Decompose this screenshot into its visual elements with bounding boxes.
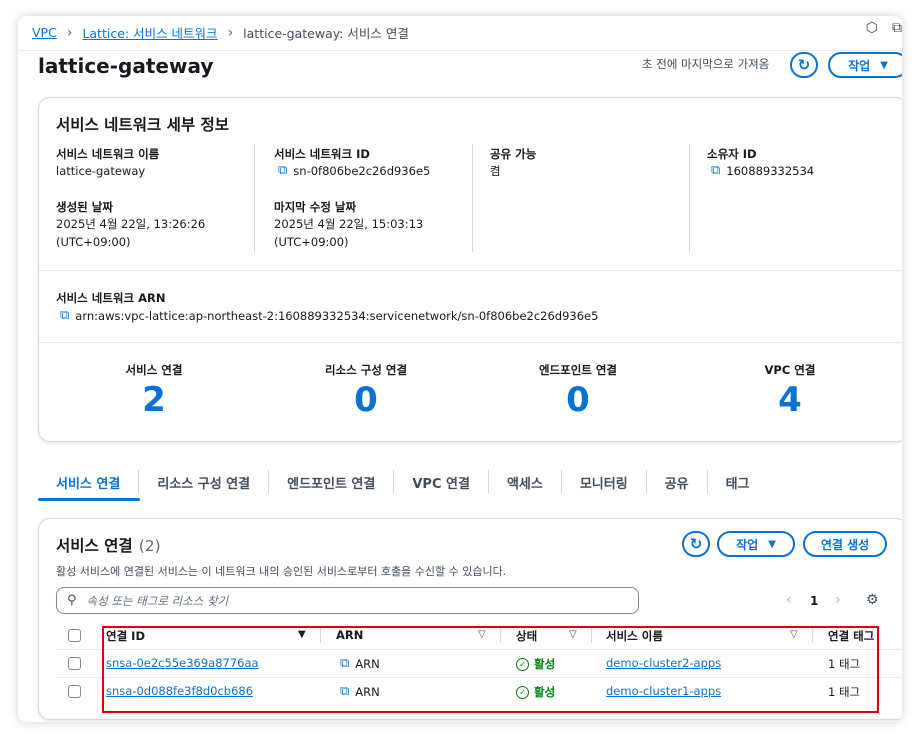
refresh-icon: ↻	[797, 56, 811, 74]
modified-label: 마지막 수정 날짜	[274, 200, 357, 214]
tab-bar: 서비스 연결 리소스 구성 연결 엔드포인트 연결 VPC 연결 액세스 모니터…	[38, 466, 768, 498]
name-value: lattice-gateway	[56, 164, 146, 178]
search-input[interactable]: ⚲ 속성 또는 태그로 리소스 찾기	[56, 587, 639, 614]
stat-label-endpoint: 엔드포인트 연결	[538, 363, 618, 377]
chevron-right-icon: ›	[227, 24, 234, 41]
created-tz: (UTC+09:00)	[56, 235, 131, 249]
refresh-icon: ↻	[689, 535, 703, 553]
modified-value: 2025년 4월 22일, 15:03:13	[274, 217, 424, 231]
row-checkbox[interactable]	[68, 685, 81, 698]
section-divider	[39, 342, 902, 343]
stat-value-service[interactable]: 2	[74, 380, 234, 420]
owner-label: 소유자 ID	[707, 147, 757, 161]
table-heading: 서비스 연결 (2)	[56, 534, 161, 556]
arn-label: 서비스 네트워크 ARN	[56, 291, 166, 305]
name-label: 서비스 네트워크 이름	[56, 147, 160, 161]
table-title: 서비스 연결	[56, 537, 133, 555]
breadcrumb-vpc[interactable]: VPC	[32, 25, 57, 40]
created-label: 생성된 날짜	[56, 200, 113, 214]
settings-gear-icon[interactable]: ⚙	[866, 592, 879, 608]
modified-tz: (UTC+09:00)	[274, 235, 349, 249]
hexagon-icon[interactable]: ⬡	[866, 20, 878, 36]
table-refresh-button[interactable]: ↻	[682, 531, 710, 557]
page-title: lattice-gateway	[38, 54, 214, 78]
created-value: 2025년 4월 22일, 13:26:26	[56, 217, 206, 231]
owner-value: 160889332534	[726, 164, 815, 178]
shareable-label: 공유 가능	[490, 147, 537, 161]
shareable-value: 켬	[490, 164, 501, 178]
column-divider	[472, 144, 473, 252]
prev-page-icon[interactable]: ‹	[786, 592, 792, 608]
table-description: 활성 서비스에 연결된 서비스는 이 네트워크 내의 승인된 서비스로부터 호출…	[56, 565, 507, 578]
stat-value-vpc[interactable]: 4	[710, 380, 870, 420]
table-actions-button[interactable]: 작업 ▼	[717, 531, 795, 557]
search-placeholder: 속성 또는 태그로 리소스 찾기	[86, 593, 229, 608]
stat-label-service: 서비스 연결	[125, 363, 183, 377]
stat-label-resource: 리소스 구성 연결	[324, 363, 408, 377]
stat-value-endpoint[interactable]: 0	[498, 380, 658, 420]
id-field: ⧉ sn-0f806be2c26d936e5	[278, 162, 430, 180]
column-divider	[254, 144, 255, 252]
arn-field: ⧉ arn:aws:vpc-lattice:ap-northeast-2:160…	[60, 307, 598, 325]
top-right-icons: ⬡ ⧉	[866, 20, 902, 36]
row-checkbox[interactable]	[68, 657, 81, 670]
id-value: sn-0f806be2c26d936e5	[293, 164, 431, 178]
breadcrumb-current: lattice-gateway: 서비스 연결	[243, 26, 409, 41]
create-association-button[interactable]: 연결 생성	[803, 531, 887, 557]
header-divider	[18, 50, 902, 51]
table-count: (2)	[138, 537, 161, 555]
stat-label-vpc: VPC 연결	[764, 363, 816, 377]
next-page-icon[interactable]: ›	[835, 592, 841, 608]
copy-icon[interactable]: ⧉	[60, 307, 69, 325]
tab-access[interactable]: 액세스	[489, 470, 562, 494]
caret-down-icon: ▼	[768, 538, 776, 550]
tab-resource-config-associations[interactable]: 리소스 구성 연결	[139, 470, 270, 494]
tab-endpoint-associations[interactable]: 엔드포인트 연결	[269, 470, 395, 494]
refresh-button[interactable]: ↻	[790, 52, 818, 78]
breadcrumb-lattice[interactable]: Lattice: 서비스 네트워크	[82, 23, 217, 42]
details-heading: 서비스 네트워크 세부 정보	[56, 116, 230, 134]
tab-sharing[interactable]: 공유	[647, 470, 708, 494]
tab-monitoring[interactable]: 모니터링	[562, 470, 647, 494]
table-actions-label: 작업	[736, 537, 759, 552]
breadcrumb: VPC › Lattice: 서비스 네트워크 › lattice-gatewa…	[32, 23, 409, 42]
highlight-box	[102, 626, 879, 713]
external-panel-icon[interactable]: ⧉	[892, 20, 902, 36]
console-window: VPC › Lattice: 서비스 네트워크 › lattice-gatewa…	[18, 16, 902, 722]
last-fetched-text: 초 전에 마지막으로 가져옴	[642, 57, 770, 71]
column-divider	[689, 144, 690, 252]
tab-vpc-associations[interactable]: VPC 연결	[394, 470, 489, 494]
section-divider	[39, 270, 902, 271]
actions-label: 작업	[848, 58, 871, 73]
stat-value-resource[interactable]: 0	[286, 380, 446, 420]
tab-tags[interactable]: 태그	[708, 470, 768, 494]
copy-icon[interactable]: ⧉	[278, 162, 287, 180]
arn-value: arn:aws:vpc-lattice:ap-northeast-2:16088…	[75, 309, 599, 323]
id-label: 서비스 네트워크 ID	[274, 147, 370, 161]
search-icon: ⚲	[67, 593, 77, 608]
chevron-right-icon: ›	[66, 24, 73, 41]
caret-down-icon: ▼	[880, 59, 888, 71]
actions-button[interactable]: 작업 ▼	[828, 52, 902, 78]
page-number[interactable]: 1	[810, 594, 818, 608]
active-tab-indicator	[38, 498, 140, 501]
owner-field: ⧉ 160889332534	[711, 162, 814, 180]
tab-service-associations[interactable]: 서비스 연결	[38, 470, 140, 494]
select-all-checkbox[interactable]	[68, 629, 81, 642]
copy-icon[interactable]: ⧉	[711, 162, 720, 180]
